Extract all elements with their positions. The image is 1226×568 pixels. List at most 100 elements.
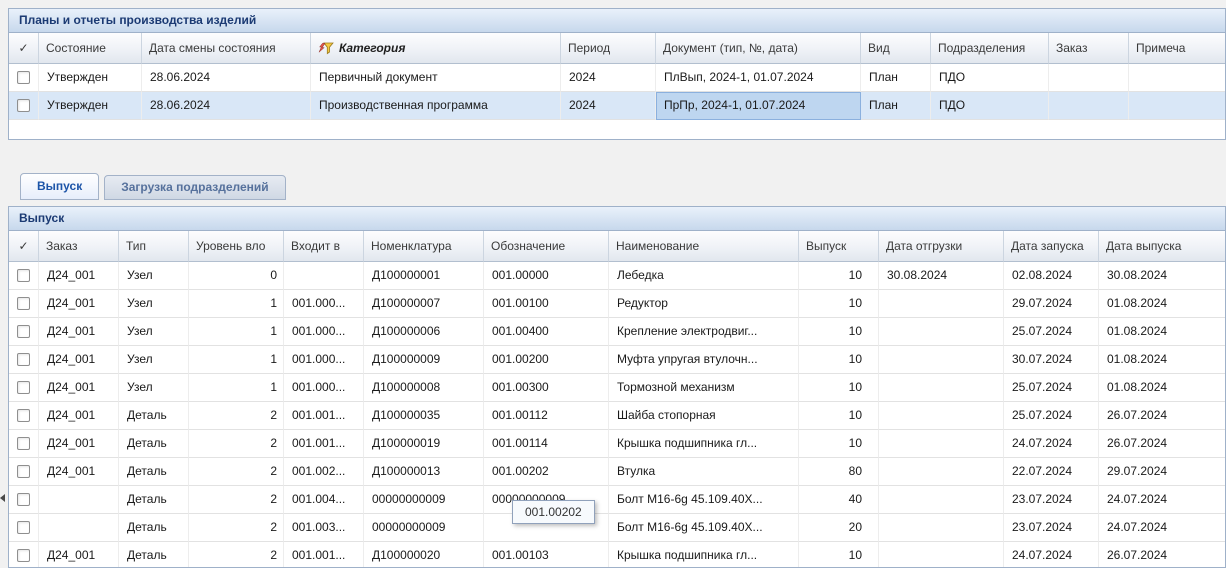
cell-nomenclature[interactable]: Д100000008 xyxy=(364,374,484,402)
row-checkbox[interactable] xyxy=(17,409,30,422)
cell-category[interactable]: Производственная программа xyxy=(311,92,561,120)
cell-ship_date[interactable] xyxy=(879,318,1004,346)
cell-note[interactable] xyxy=(1129,64,1226,92)
row-checkbox[interactable] xyxy=(17,549,30,562)
cell-parent[interactable]: 001.000... xyxy=(284,374,364,402)
checkbox-cell[interactable] xyxy=(9,290,39,318)
column-header-department[interactable]: Подразделения xyxy=(931,33,1049,64)
row-checkbox[interactable] xyxy=(17,437,30,450)
row-checkbox[interactable] xyxy=(17,465,30,478)
cell-nomenclature[interactable]: Д100000035 xyxy=(364,402,484,430)
cell-designation[interactable]: 001.00000 xyxy=(484,262,609,290)
cell-nomenclature[interactable]: Д100000007 xyxy=(364,290,484,318)
cell-output[interactable]: 10 xyxy=(799,346,879,374)
column-header-start_date[interactable]: Дата запуска xyxy=(1004,231,1099,262)
cell-type[interactable]: Деталь xyxy=(119,486,189,514)
cell-ship_date[interactable] xyxy=(879,430,1004,458)
cell-nomenclature[interactable]: Д100000019 xyxy=(364,430,484,458)
cell-parent[interactable]: 001.000... xyxy=(284,346,364,374)
column-header-state[interactable]: Состояние xyxy=(39,33,142,64)
column-header-category[interactable]: Категория xyxy=(311,33,561,64)
cell-order[interactable] xyxy=(1049,92,1129,120)
cell-output[interactable]: 40 xyxy=(799,486,879,514)
cell-order[interactable]: Д24_001 xyxy=(39,262,119,290)
table-row[interactable]: Утвержден28.06.2024Первичный документ202… xyxy=(9,64,1225,92)
cell-level[interactable]: 0 xyxy=(189,262,284,290)
column-header-output[interactable]: Выпуск xyxy=(799,231,879,262)
row-checkbox[interactable] xyxy=(17,493,30,506)
cell-nomenclature[interactable]: Д100000020 xyxy=(364,542,484,568)
cell-type[interactable]: Узел xyxy=(119,374,189,402)
checkbox-cell[interactable] xyxy=(9,64,39,92)
cell-designation[interactable]: 001.00103 xyxy=(484,542,609,568)
cell-ship_date[interactable] xyxy=(879,346,1004,374)
cell-nomenclature[interactable]: 00000000009 xyxy=(364,486,484,514)
cell-order[interactable] xyxy=(39,514,119,542)
table-row[interactable]: Д24_001Узел1001.000...Д100000009001.0020… xyxy=(9,346,1225,374)
cell-order[interactable]: Д24_001 xyxy=(39,542,119,568)
cell-release_date[interactable]: 01.08.2024 xyxy=(1099,374,1226,402)
column-header-level[interactable]: Уровень вло xyxy=(189,231,284,262)
column-header-period[interactable]: Период xyxy=(561,33,656,64)
checkbox-cell[interactable] xyxy=(9,262,39,290)
cell-order[interactable]: Д24_001 xyxy=(39,430,119,458)
cell-ship_date[interactable]: 30.08.2024 xyxy=(879,262,1004,290)
cell-nomenclature[interactable]: Д100000009 xyxy=(364,346,484,374)
cell-release_date[interactable]: 26.07.2024 xyxy=(1099,430,1226,458)
cell-designation[interactable]: 001.00112 xyxy=(484,402,609,430)
cell-ship_date[interactable] xyxy=(879,290,1004,318)
cell-category[interactable]: Первичный документ xyxy=(311,64,561,92)
cell-parent[interactable]: 001.002... xyxy=(284,458,364,486)
cell-start_date[interactable]: 30.07.2024 xyxy=(1004,346,1099,374)
cell-start_date[interactable]: 22.07.2024 xyxy=(1004,458,1099,486)
column-header-check[interactable]: ✓ xyxy=(9,231,39,262)
cell-order[interactable]: Д24_001 xyxy=(39,318,119,346)
cell-designation[interactable]: 001.00202 xyxy=(484,458,609,486)
row-checkbox[interactable] xyxy=(17,521,30,534)
cell-start_date[interactable]: 25.07.2024 xyxy=(1004,318,1099,346)
cell-type[interactable]: Деталь xyxy=(119,458,189,486)
cell-ship_date[interactable] xyxy=(879,458,1004,486)
cell-start_date[interactable]: 29.07.2024 xyxy=(1004,290,1099,318)
cell-start_date[interactable]: 02.08.2024 xyxy=(1004,262,1099,290)
table-row[interactable]: Д24_001Деталь2001.001...Д100000020001.00… xyxy=(9,542,1225,568)
cell-release_date[interactable]: 29.07.2024 xyxy=(1099,458,1226,486)
table-row[interactable]: Деталь2001.003...00000000009Болт М16-6g … xyxy=(9,514,1225,542)
cell-nomenclature[interactable]: Д100000006 xyxy=(364,318,484,346)
checkbox-cell[interactable] xyxy=(9,542,39,568)
row-checkbox[interactable] xyxy=(17,71,30,84)
checkbox-cell[interactable] xyxy=(9,92,39,120)
cell-level[interactable]: 2 xyxy=(189,458,284,486)
cell-type[interactable]: Деталь xyxy=(119,514,189,542)
row-checkbox[interactable] xyxy=(17,269,30,282)
cell-ship_date[interactable] xyxy=(879,486,1004,514)
cell-department[interactable]: ПДО xyxy=(931,64,1049,92)
cell-parent[interactable]: 001.004... xyxy=(284,486,364,514)
cell-ship_date[interactable] xyxy=(879,374,1004,402)
checkbox-cell[interactable] xyxy=(9,486,39,514)
column-header-document[interactable]: Документ (тип, №, дата) xyxy=(656,33,861,64)
cell-type[interactable]: Узел xyxy=(119,262,189,290)
cell-parent[interactable]: 001.000... xyxy=(284,318,364,346)
cell-state_date[interactable]: 28.06.2024 xyxy=(142,64,311,92)
cell-start_date[interactable]: 24.07.2024 xyxy=(1004,430,1099,458)
cell-order[interactable]: Д24_001 xyxy=(39,374,119,402)
cell-parent[interactable] xyxy=(284,262,364,290)
cell-order[interactable]: Д24_001 xyxy=(39,458,119,486)
cell-release_date[interactable]: 01.08.2024 xyxy=(1099,346,1226,374)
cell-period[interactable]: 2024 xyxy=(561,92,656,120)
cell-parent[interactable]: 001.001... xyxy=(284,542,364,568)
table-row[interactable]: Утвержден28.06.2024Производственная прог… xyxy=(9,92,1225,120)
checkbox-cell[interactable] xyxy=(9,430,39,458)
cell-output[interactable]: 10 xyxy=(799,542,879,568)
cell-output[interactable]: 80 xyxy=(799,458,879,486)
cell-order[interactable]: Д24_001 xyxy=(39,402,119,430)
cell-name[interactable]: Тормозной механизм xyxy=(609,374,799,402)
cell-name[interactable]: Крепление электродвиг... xyxy=(609,318,799,346)
row-checkbox[interactable] xyxy=(17,297,30,310)
cell-ship_date[interactable] xyxy=(879,514,1004,542)
cell-start_date[interactable]: 24.07.2024 xyxy=(1004,542,1099,568)
cell-designation[interactable]: 001.00114 xyxy=(484,430,609,458)
table-row[interactable]: Д24_001Узел1001.000...Д100000008001.0030… xyxy=(9,374,1225,402)
cell-kind[interactable]: План xyxy=(861,92,931,120)
